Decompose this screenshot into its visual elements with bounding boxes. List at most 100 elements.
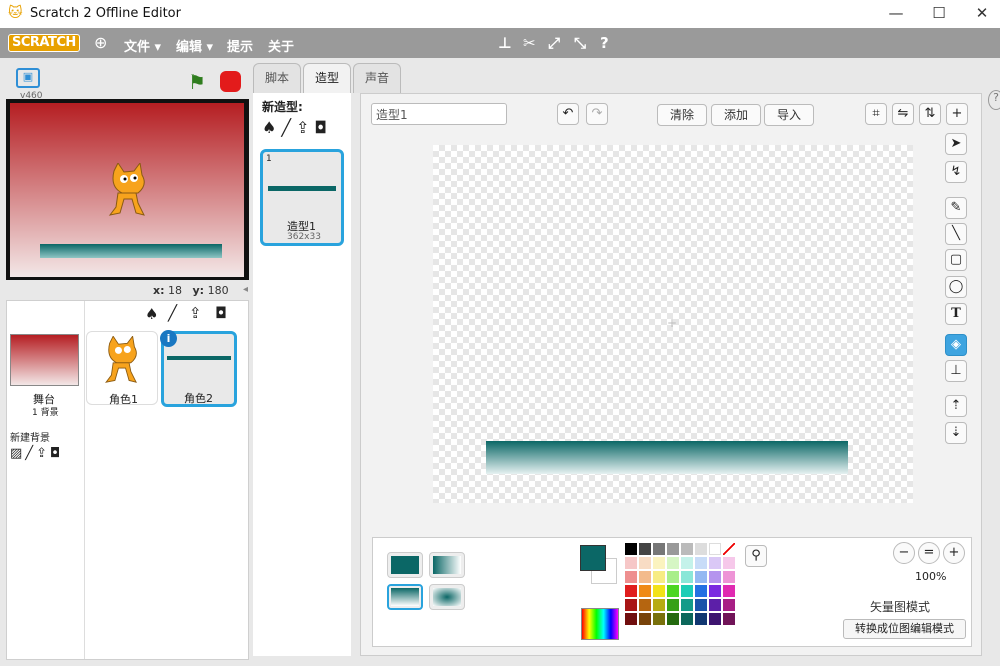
- line-tool-icon[interactable]: ╲: [945, 223, 967, 245]
- palette-swatch[interactable]: [639, 585, 651, 597]
- primary-color-swatch[interactable]: [580, 545, 606, 571]
- palette-swatch[interactable]: [653, 585, 665, 597]
- help-icon[interactable]: ?: [600, 34, 609, 52]
- drawing-canvas[interactable]: +: [433, 145, 913, 503]
- costume-library-icon[interactable]: ♠: [262, 118, 281, 137]
- palette-swatch[interactable]: [681, 585, 693, 597]
- palette-swatch[interactable]: [695, 613, 707, 625]
- palette-swatch[interactable]: [723, 571, 735, 583]
- paint-sprite-icon[interactable]: ╱: [168, 304, 177, 322]
- palette-swatch[interactable]: [695, 599, 707, 611]
- palette-swatch[interactable]: [681, 557, 693, 569]
- palette-swatch[interactable]: [639, 613, 651, 625]
- ellipse-tool-icon[interactable]: ◯: [945, 276, 967, 298]
- add-button[interactable]: 添加: [711, 104, 761, 126]
- set-center-icon[interactable]: +: [946, 103, 968, 125]
- palette-swatch[interactable]: [723, 557, 735, 569]
- menu-tips[interactable]: 提示: [227, 36, 253, 55]
- palette-swatch[interactable]: [639, 599, 651, 611]
- send-backward-icon[interactable]: ⇣: [945, 422, 967, 444]
- palette-swatch[interactable]: [625, 599, 637, 611]
- palette-swatch[interactable]: [709, 599, 721, 611]
- palette-swatch[interactable]: [625, 557, 637, 569]
- palette-swatch[interactable]: [667, 585, 679, 597]
- stage-thumbnail[interactable]: [10, 334, 79, 386]
- import-button[interactable]: 导入: [764, 104, 814, 126]
- palette-swatch[interactable]: [667, 557, 679, 569]
- palette-swatch[interactable]: [667, 599, 679, 611]
- crop-icon[interactable]: ⌗: [865, 103, 887, 125]
- camera-backdrop-icon[interactable]: ◘: [50, 446, 63, 461]
- shrink-icon[interactable]: ⤡: [574, 34, 586, 52]
- palette-swatch[interactable]: [695, 585, 707, 597]
- palette-swatch[interactable]: [653, 613, 665, 625]
- fill-horizontal-gradient-option[interactable]: [429, 552, 465, 578]
- color-picker-spectrum[interactable]: [581, 608, 619, 640]
- menu-file[interactable]: 文件 ▾: [124, 36, 161, 55]
- zoom-in-icon[interactable]: +: [943, 542, 965, 564]
- palette-swatch[interactable]: [639, 571, 651, 583]
- maximize-button[interactable]: ☐: [927, 4, 951, 22]
- upload-backdrop-icon[interactable]: ⇪: [36, 446, 50, 461]
- tab-costumes[interactable]: 造型: [303, 63, 351, 94]
- palette-swatch[interactable]: [709, 571, 721, 583]
- menu-about[interactable]: 关于: [268, 36, 294, 55]
- grow-icon[interactable]: ⤢: [548, 34, 560, 52]
- costume-tile[interactable]: 1 造型1 362x33: [260, 149, 344, 246]
- camera-sprite-icon[interactable]: ◘: [215, 304, 227, 322]
- presentation-mode-icon[interactable]: ▣: [16, 68, 40, 88]
- palette-swatch[interactable]: [653, 557, 665, 569]
- flip-vertical-icon[interactable]: ⇅: [919, 103, 941, 125]
- rectangle-tool-icon[interactable]: ▢: [945, 249, 967, 271]
- palette-swatch[interactable]: [625, 571, 637, 583]
- palette-swatch[interactable]: [695, 557, 707, 569]
- fill-solid-option[interactable]: [387, 552, 423, 578]
- redo-icon[interactable]: ↷: [586, 103, 608, 125]
- palette-swatch[interactable]: [681, 571, 693, 583]
- platform-shape[interactable]: [486, 441, 848, 474]
- stage-canvas[interactable]: [10, 103, 244, 277]
- fill-vertical-gradient-option[interactable]: [387, 584, 423, 610]
- upload-costume-icon[interactable]: ⇪: [296, 118, 314, 137]
- palette-swatch[interactable]: [723, 585, 735, 597]
- select-tool-icon[interactable]: ➤: [945, 133, 967, 155]
- bring-forward-icon[interactable]: ⇡: [945, 395, 967, 417]
- cut-icon[interactable]: ✂: [523, 34, 536, 52]
- transparent-swatch[interactable]: [723, 543, 735, 555]
- palette-swatch[interactable]: [681, 543, 693, 555]
- cat-sprite-icon[interactable]: [102, 163, 154, 219]
- help-tab-icon[interactable]: ?: [988, 90, 1000, 110]
- palette-swatch[interactable]: [667, 613, 679, 625]
- tab-sounds[interactable]: 声音: [353, 63, 401, 93]
- eyedropper-icon[interactable]: ⚲: [745, 545, 767, 567]
- palette-swatch[interactable]: [653, 543, 665, 555]
- palette-swatch[interactable]: [625, 585, 637, 597]
- reshape-tool-icon[interactable]: ↯: [945, 161, 967, 183]
- pencil-tool-icon[interactable]: ✎: [945, 197, 967, 219]
- scratch-logo[interactable]: SCRATCH: [8, 34, 80, 52]
- palette-swatch[interactable]: [639, 557, 651, 569]
- green-flag-icon[interactable]: ⚑: [188, 70, 206, 94]
- palette-swatch[interactable]: [625, 613, 637, 625]
- costume-name-input[interactable]: [371, 103, 507, 125]
- sprite-info-icon[interactable]: i: [160, 330, 177, 347]
- stage-platform-sprite[interactable]: [40, 244, 222, 258]
- palette-swatch[interactable]: [723, 613, 735, 625]
- flip-horizontal-icon[interactable]: ⇋: [892, 103, 914, 125]
- stop-icon[interactable]: [220, 71, 241, 92]
- palette-swatch[interactable]: [625, 543, 637, 555]
- camera-costume-icon[interactable]: ◘: [314, 118, 332, 137]
- fill-radial-gradient-option[interactable]: [429, 584, 465, 610]
- palette-swatch[interactable]: [695, 571, 707, 583]
- close-button[interactable]: ✕: [970, 4, 994, 22]
- sprite-tile-cat[interactable]: 角色1: [86, 331, 158, 406]
- palette-swatch[interactable]: [709, 613, 721, 625]
- paint-backdrop-icon[interactable]: ╱: [25, 446, 36, 461]
- zoom-out-icon[interactable]: −: [893, 542, 915, 564]
- fill-tool-icon[interactable]: ◈: [945, 334, 967, 356]
- sprite-library-icon[interactable]: ♠: [145, 305, 158, 323]
- palette-swatch[interactable]: [667, 571, 679, 583]
- clear-button[interactable]: 清除: [657, 104, 707, 126]
- collapse-stage-icon[interactable]: ◂: [243, 284, 248, 295]
- text-tool-icon[interactable]: T: [945, 303, 967, 325]
